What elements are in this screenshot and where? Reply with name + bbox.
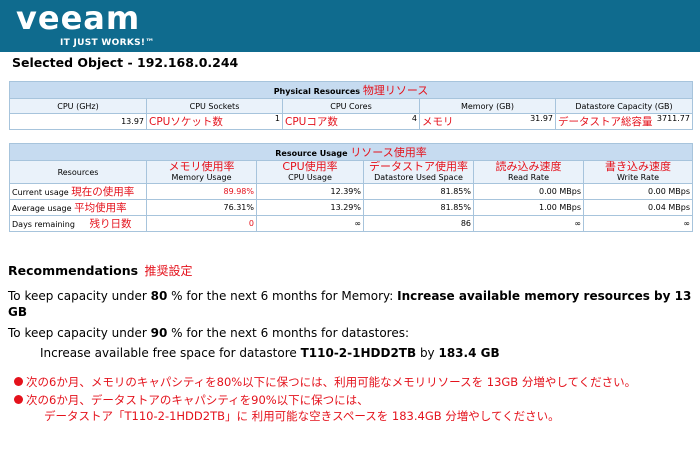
col-datastore-used: データストア使用率 Datastore Used Space — [363, 160, 474, 184]
days-read: ∞ — [473, 215, 584, 232]
bullet-icon — [14, 377, 23, 386]
logo-tagline: IT JUST WORKS!™ — [60, 38, 155, 48]
logo-wordmark: veeam — [16, 0, 141, 37]
average-cpu: 13.29% — [256, 199, 364, 216]
col-memory-gb: Memory (GB) — [419, 98, 556, 114]
col-cpu-sockets: CPU Sockets — [146, 98, 283, 114]
recommendation-memory: To keep capacity under 80 % for the next… — [8, 289, 692, 319]
recommendation-datastore: To keep capacity under 90 % for the next… — [8, 326, 410, 340]
current-memory: 89.98% — [146, 183, 257, 200]
resource-usage-header: Resource Usage リソース使用率 — [8, 143, 694, 161]
current-read: 0.00 MBps — [473, 183, 584, 200]
resource-usage-table: Resource Usage リソース使用率 Resources メモリ使用率 … — [8, 143, 694, 232]
row-label: Days remaining 残り日数 — [9, 215, 147, 232]
average-read: 1.00 MBps — [473, 199, 584, 216]
days-write: ∞ — [582, 215, 694, 232]
table-row: Days remaining 残り日数 0 ∞ 86 ∞ ∞ — [9, 215, 694, 232]
average-memory: 76.31% — [146, 199, 257, 216]
recommendations-jp: 推奨設定 — [144, 264, 193, 278]
days-memory: 0 — [146, 215, 257, 232]
current-write: 0.00 MBps — [582, 183, 694, 200]
cpu-sockets-value: 1 — [274, 114, 280, 124]
cpu-cores-jp: CPUコア数 — [285, 116, 338, 128]
col-cpu-ghz: CPU (GHz) — [9, 98, 147, 114]
current-datastore: 81.85% — [363, 183, 474, 200]
col-write-rate: 書き込み速度 Write Rate — [582, 160, 694, 184]
cpu-cores-value: 4 — [411, 114, 417, 124]
jp-note-datastore-detail: データストア「T110-2-1HDD2TB」に 利用可能な空きスペースを 183… — [44, 409, 560, 423]
col-datastore-capacity: Datastore Capacity (GB) — [555, 98, 693, 114]
average-write: 0.04 MBps — [582, 199, 694, 216]
table-row: Current usage 現在の使用率 89.98% 12.39% 81.85… — [9, 183, 694, 200]
veeam-logo: veeam IT JUST WORKS!™ — [8, 0, 154, 50]
cpu-ghz-value: 13.97 — [9, 113, 147, 130]
cpu-sockets-cell: CPUソケット数 1 — [146, 113, 283, 130]
jp-note-datastore: 次の6か月、データストアのキャパシティを90%以下に保つには、 — [14, 393, 369, 408]
cpu-sockets-jp: CPUソケット数 — [149, 116, 223, 128]
col-read-rate: 読み込み速度 Read Rate — [473, 160, 584, 184]
col-cpu-cores: CPU Cores — [282, 98, 420, 114]
average-datastore: 81.85% — [363, 199, 474, 216]
selected-object-title: Selected Object - 192.168.0.244 — [12, 55, 239, 70]
resource-usage-jp: リソース使用率 — [350, 146, 427, 159]
app-header: veeam IT JUST WORKS!™ — [0, 0, 700, 52]
datastore-value: 3711.77 — [656, 114, 690, 124]
datastore-cell: データストア総容量 3711.77 — [555, 113, 693, 130]
days-datastore: 86 — [363, 215, 474, 232]
table-row: Average usage 平均使用率 76.31% 13.29% 81.85%… — [9, 199, 694, 216]
recommendations-title: Recommendations 推奨設定 — [8, 263, 193, 278]
memory-jp: メモリ — [422, 116, 454, 128]
recommendation-datastore-action: Increase available free space for datast… — [40, 346, 500, 360]
physical-resources-header: Physical Resources 物理リソース — [9, 81, 693, 99]
datastore-jp: データストア総容量 — [558, 116, 653, 128]
physical-resources-jp: 物理リソース — [362, 84, 429, 97]
col-resources: Resources — [9, 160, 147, 184]
col-cpu-usage: CPU使用率 CPU Usage — [256, 160, 364, 184]
bullet-icon — [14, 395, 23, 404]
row-label: Average usage 平均使用率 — [9, 199, 147, 216]
col-memory-usage: メモリ使用率 Memory Usage — [146, 160, 257, 184]
memory-cell: メモリ 31.97 — [419, 113, 556, 130]
jp-note-memory: 次の6か月、メモリのキャパシティを80%以下に保つには、利用可能なメモリリソース… — [14, 375, 636, 390]
physical-resources-table: Physical Resources 物理リソース CPU (GHz) CPU … — [9, 81, 693, 130]
memory-value: 31.97 — [530, 114, 553, 124]
row-label: Current usage 現在の使用率 — [9, 183, 147, 200]
current-cpu: 12.39% — [256, 183, 364, 200]
days-cpu: ∞ — [256, 215, 364, 232]
cpu-cores-cell: CPUコア数 4 — [282, 113, 420, 130]
